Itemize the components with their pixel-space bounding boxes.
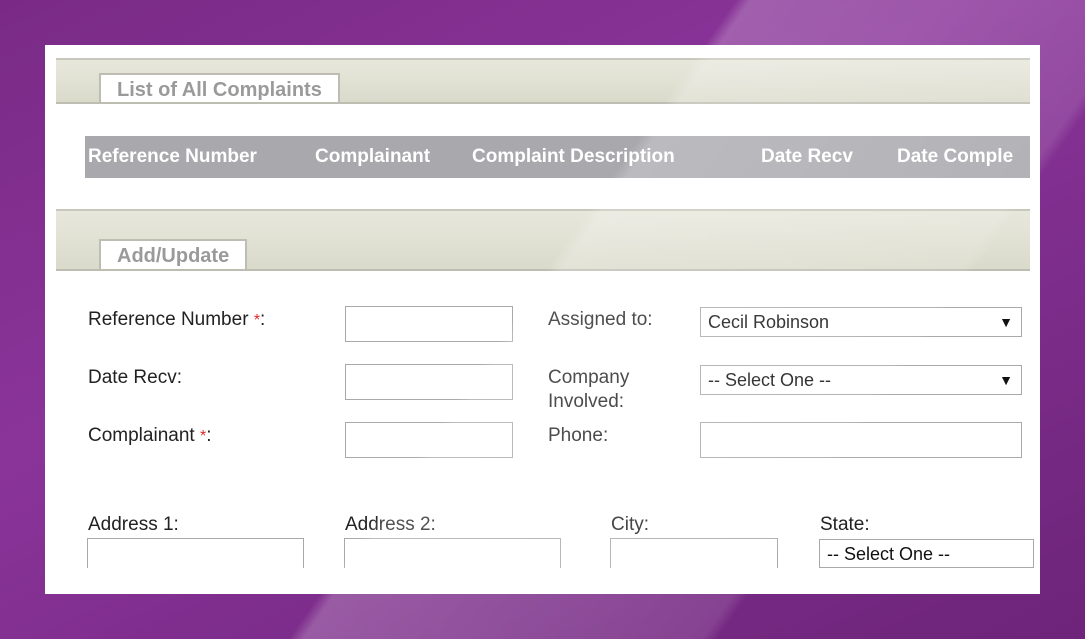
complainant-input[interactable] [345, 422, 513, 458]
label-colon: : [206, 425, 212, 446]
company-involved-label: Company Involved: [548, 366, 629, 414]
tab-list-of-all-complaints[interactable]: List of All Complaints [99, 73, 340, 103]
label-colon: : [260, 309, 266, 330]
card-bottom-edge [45, 568, 1040, 594]
complaints-panel: List of All Complaints Reference Number … [45, 45, 1040, 594]
complainant-label-text: Complainant [88, 425, 195, 446]
column-header-date-recv[interactable]: Date Recv [761, 136, 853, 178]
complainant-label: Complainant *: [88, 424, 211, 449]
column-header-reference-number[interactable]: Reference Number [88, 136, 257, 178]
assigned-to-selected-value: Cecil Robinson [708, 312, 830, 332]
tab-divider [56, 102, 1030, 104]
triangle-down-icon: ▼ [999, 314, 1013, 330]
phone-label: Phone: [548, 425, 609, 446]
state-selected-value: -- Select One -- [827, 544, 951, 564]
reference-number-input[interactable] [345, 306, 513, 342]
tab-divider [56, 269, 1030, 271]
assigned-to-label: Assigned to: [548, 309, 653, 330]
company-involved-label-line1: Company [548, 367, 630, 388]
reference-number-label-text: Reference Number [88, 309, 249, 330]
date-recv-input[interactable] [345, 364, 513, 400]
address-1-label: Address 1: [88, 514, 179, 535]
company-involved-select[interactable]: -- Select One -- ▼ [700, 365, 1022, 395]
column-header-complaint-description[interactable]: Complaint Description [472, 136, 675, 178]
column-header-date-completed[interactable]: Date Comple [897, 136, 1013, 178]
tab-add-update[interactable]: Add/Update [99, 239, 248, 269]
company-involved-label-line2: Involved: [548, 391, 625, 412]
state-label: State: [820, 514, 870, 535]
date-recv-label: Date Recv: [88, 367, 182, 388]
triangle-down-icon: ▼ [999, 372, 1013, 388]
reference-number-label: Reference Number *: [88, 308, 265, 333]
address-2-label: Address 2: [345, 514, 436, 535]
column-header-complainant[interactable]: Complainant [315, 136, 430, 178]
assigned-to-select[interactable]: Cecil Robinson ▼ [700, 307, 1022, 337]
complaints-table-header: Reference Number Complainant Complaint D… [85, 136, 1030, 178]
city-label: City: [611, 514, 649, 535]
state-select[interactable]: -- Select One -- [819, 539, 1034, 568]
company-involved-selected-value: -- Select One -- [708, 370, 832, 390]
phone-input[interactable] [700, 422, 1022, 458]
